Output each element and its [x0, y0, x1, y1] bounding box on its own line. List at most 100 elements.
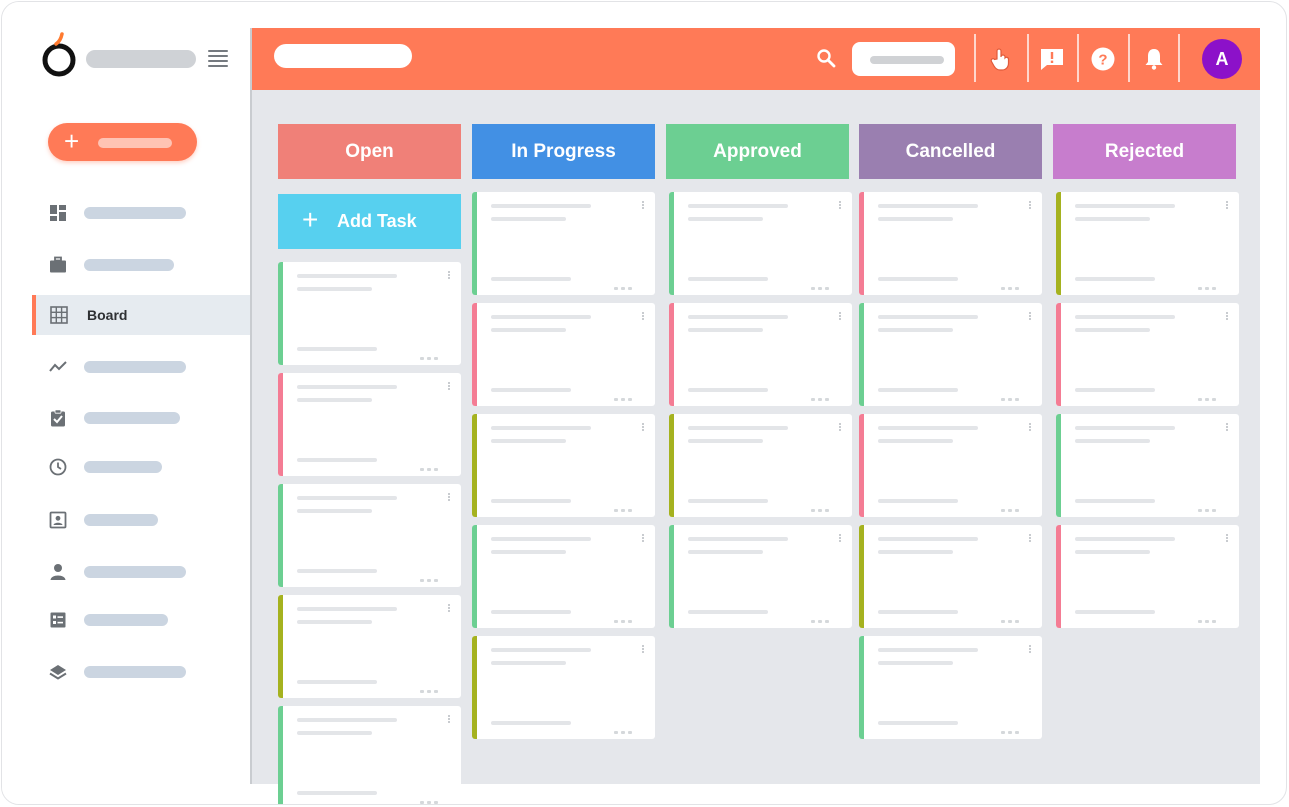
task-card[interactable]: [669, 414, 852, 517]
more-dots-icon[interactable]: [1001, 721, 1023, 734]
task-card[interactable]: [859, 525, 1042, 628]
kebab-menu-icon[interactable]: [1029, 312, 1032, 322]
more-dots-icon[interactable]: [614, 610, 636, 623]
more-dots-icon[interactable]: [420, 791, 442, 804]
more-dots-icon[interactable]: [1198, 388, 1220, 401]
search-input[interactable]: [852, 42, 955, 76]
more-dots-icon[interactable]: [811, 277, 833, 290]
task-card[interactable]: [669, 525, 852, 628]
task-card[interactable]: [278, 262, 461, 365]
kebab-menu-icon[interactable]: [839, 201, 842, 211]
nav-label-placeholder: [84, 207, 186, 219]
more-dots-icon[interactable]: [1001, 277, 1023, 290]
kebab-menu-icon[interactable]: [642, 645, 645, 655]
task-card[interactable]: [1056, 525, 1239, 628]
more-dots-icon[interactable]: [1001, 610, 1023, 623]
kebab-menu-icon[interactable]: [642, 534, 645, 544]
sidebar-item-users[interactable]: [32, 552, 250, 592]
task-card[interactable]: [859, 636, 1042, 739]
more-dots-icon[interactable]: [1198, 499, 1220, 512]
sidebar-item-time[interactable]: [32, 447, 250, 487]
task-card[interactable]: [278, 706, 461, 804]
more-dots-icon[interactable]: [811, 610, 833, 623]
task-card[interactable]: [669, 303, 852, 406]
hand-pointer-icon[interactable]: [988, 46, 1014, 72]
task-card[interactable]: [859, 303, 1042, 406]
layers-icon: [49, 665, 67, 680]
task-card[interactable]: [1056, 414, 1239, 517]
more-dots-icon[interactable]: [1001, 388, 1023, 401]
kebab-menu-icon[interactable]: [1226, 423, 1229, 433]
help-icon[interactable]: ?: [1090, 46, 1116, 72]
bell-icon[interactable]: [1141, 46, 1167, 72]
task-card[interactable]: [859, 414, 1042, 517]
kebab-menu-icon[interactable]: [839, 423, 842, 433]
more-dots-icon[interactable]: [614, 277, 636, 290]
sidebar-item-contacts[interactable]: [32, 500, 250, 540]
briefcase-icon: [50, 256, 66, 273]
task-card[interactable]: [1056, 303, 1239, 406]
kebab-menu-icon[interactable]: [642, 312, 645, 322]
more-dots-icon[interactable]: [614, 721, 636, 734]
user-avatar[interactable]: A: [1202, 39, 1242, 79]
task-card[interactable]: [472, 636, 655, 739]
task-card[interactable]: [278, 595, 461, 698]
kebab-menu-icon[interactable]: [1226, 201, 1229, 211]
sidebar-item-reports[interactable]: [32, 347, 250, 387]
kebab-menu-icon[interactable]: [839, 534, 842, 544]
sidebar-item-dashboard[interactable]: [32, 193, 250, 233]
kebab-menu-icon[interactable]: [1029, 423, 1032, 433]
more-dots-icon[interactable]: [420, 680, 442, 693]
sidebar-item-board[interactable]: Board: [32, 295, 250, 335]
task-card[interactable]: [278, 373, 461, 476]
kebab-menu-icon[interactable]: [1029, 534, 1032, 544]
status-stripe: [859, 525, 864, 628]
task-meta-placeholder: [491, 721, 571, 725]
sidebar-item-tasks[interactable]: [32, 398, 250, 438]
more-dots-icon[interactable]: [1198, 610, 1220, 623]
task-card[interactable]: [472, 303, 655, 406]
kebab-menu-icon[interactable]: [1226, 534, 1229, 544]
create-new-button[interactable]: +: [48, 123, 197, 161]
kebab-menu-icon[interactable]: [839, 312, 842, 322]
task-card[interactable]: [859, 192, 1042, 295]
more-dots-icon[interactable]: [811, 499, 833, 512]
more-dots-icon[interactable]: [420, 347, 442, 360]
task-card[interactable]: [278, 484, 461, 587]
more-dots-icon[interactable]: [614, 499, 636, 512]
task-title-placeholder: [491, 204, 591, 208]
hamburger-menu-icon[interactable]: [208, 50, 228, 67]
sidebar-item-projects[interactable]: [32, 245, 250, 285]
kebab-menu-icon[interactable]: [448, 271, 451, 281]
task-card[interactable]: [669, 192, 852, 295]
status-stripe: [472, 303, 477, 406]
task-card[interactable]: [472, 525, 655, 628]
task-card[interactable]: [1056, 192, 1239, 295]
kebab-menu-icon[interactable]: [448, 604, 451, 614]
task-card[interactable]: [472, 414, 655, 517]
more-dots-icon[interactable]: [614, 388, 636, 401]
kebab-menu-icon[interactable]: [1029, 201, 1032, 211]
kebab-menu-icon[interactable]: [448, 493, 451, 503]
more-dots-icon[interactable]: [420, 569, 442, 582]
add-task-button[interactable]: + Add Task: [278, 194, 461, 249]
kebab-menu-icon[interactable]: [448, 382, 451, 392]
status-stripe: [1056, 192, 1061, 295]
more-dots-icon[interactable]: [420, 458, 442, 471]
sidebar-item-lists[interactable]: [32, 600, 250, 640]
more-dots-icon[interactable]: [1001, 499, 1023, 512]
kebab-menu-icon[interactable]: [1029, 645, 1032, 655]
sidebar-item-layers[interactable]: [32, 652, 250, 692]
feedback-icon[interactable]: [1039, 46, 1065, 72]
brand-name-placeholder: [86, 50, 196, 68]
kebab-menu-icon[interactable]: [642, 201, 645, 211]
kebab-menu-icon[interactable]: [1226, 312, 1229, 322]
more-dots-icon[interactable]: [811, 388, 833, 401]
task-subtitle-placeholder: [491, 550, 566, 554]
kebab-menu-icon[interactable]: [448, 715, 451, 725]
task-subtitle-placeholder: [688, 217, 763, 221]
search-icon[interactable]: [816, 48, 836, 68]
more-dots-icon[interactable]: [1198, 277, 1220, 290]
task-card[interactable]: [472, 192, 655, 295]
kebab-menu-icon[interactable]: [642, 423, 645, 433]
